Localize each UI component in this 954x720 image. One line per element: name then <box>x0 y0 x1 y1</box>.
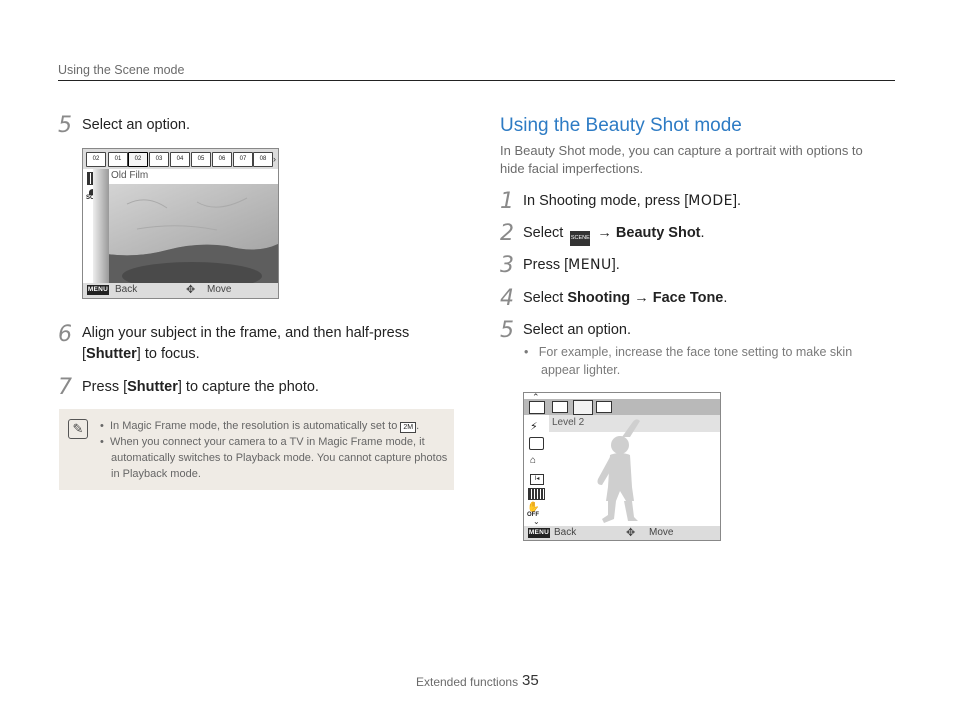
note-pencil-icon: ✎ <box>68 419 88 439</box>
chevron-right-icon: › <box>273 154 276 164</box>
face-tone-level-2-icon-selected <box>573 400 593 415</box>
film-option-icon-selected: 02 <box>128 152 148 167</box>
move-icon: ✥ <box>186 284 196 296</box>
step-number-5-right: 5 <box>500 318 514 343</box>
note-bullet-1: • In Magic Frame mode, the resolution is… <box>100 420 420 433</box>
chevron-down-icon: ⌄ <box>533 517 540 526</box>
old-film-preview-image <box>107 184 278 283</box>
sub-bullet-example: • For example, increase the face tone se… <box>524 345 853 377</box>
film-option-icon: 08 <box>253 152 273 167</box>
section-title: Using the Beauty Shot mode <box>500 115 742 136</box>
step-text-2: Select SCENE → Beauty Shot. <box>523 223 705 246</box>
child-silhouette-image <box>584 415 664 526</box>
step-number-7: 7 <box>58 375 72 400</box>
footer-section-label: Extended functions <box>416 675 519 689</box>
resolution-2m-icon: 2M <box>400 422 417 433</box>
back-label: Back <box>115 284 138 295</box>
step-text-3: Press [MENU]. <box>523 257 620 273</box>
film-option-icon: 06 <box>212 152 232 167</box>
step-number-2: 2 <box>500 221 514 246</box>
camera-screen-face-tone: ⌃ ⚡ ⌂ I◂ ✋ OFF ⌄ Level 2 MENU Back ✥ Mov… <box>523 392 721 541</box>
step-text-5-right: Select an option. <box>523 322 632 338</box>
menu-icon: MENU <box>87 285 109 295</box>
film-option-icon: 01 <box>108 152 128 167</box>
step-number-3: 3 <box>500 253 514 278</box>
step-number-1: 1 <box>500 189 514 214</box>
note-bullet-2: • When you connect your camera to a TV i… <box>100 436 448 480</box>
section-intro: In Beauty Shot mode, you can capture a p… <box>500 143 863 176</box>
camera-screen-old-film: 02 01 02 03 04 05 06 07 08 › SOFF Old Fi… <box>82 148 279 299</box>
film-edge <box>93 169 109 283</box>
film-icon: 02 <box>86 152 106 167</box>
move-label: Move <box>649 527 674 538</box>
page-number: 35 <box>522 672 539 689</box>
retouch-icon: ⚡ <box>530 421 538 433</box>
face-detect-icon <box>529 437 544 450</box>
header-section-title: Using the Scene mode <box>58 63 185 77</box>
step-text-5: Select an option. <box>82 117 191 133</box>
menu-icon: MENU <box>528 528 550 538</box>
face-tone-icon <box>529 401 545 414</box>
step-number-4: 4 <box>500 286 514 311</box>
home-metering-icon: ⌂ <box>530 455 537 466</box>
screen-footer: MENU Back ✥ Move <box>83 283 278 298</box>
step-text-6: Align your subject in the frame, and the… <box>82 325 410 362</box>
film-option-icon: 03 <box>149 152 169 167</box>
face-tone-level-3-icon <box>596 401 612 413</box>
film-option-icon: 05 <box>191 152 211 167</box>
step-text-1: In Shooting mode, press [MODE]. <box>523 193 742 209</box>
film-option-icon: 04 <box>170 152 190 167</box>
af-area-icon: I◂ <box>530 474 544 485</box>
step-number-5: 5 <box>58 113 72 138</box>
step-number-6: 6 <box>58 322 72 347</box>
option-bar <box>549 399 720 415</box>
header-divider <box>58 80 895 81</box>
level-label: Level 2 <box>552 417 585 428</box>
scene-icon: SCENE <box>570 231 591 246</box>
screen-footer: MENU Back ✥ Move <box>524 526 720 540</box>
step-text-7: Press [Shutter] to capture the photo. <box>82 379 319 395</box>
mode-label: Old Film <box>111 170 149 181</box>
resolution-icon <box>528 488 545 500</box>
back-label: Back <box>554 527 577 538</box>
move-icon: ✥ <box>626 527 636 539</box>
film-option-icon: 07 <box>233 152 253 167</box>
step-text-4: Select Shooting → Face Tone. <box>523 290 728 306</box>
face-tone-level-1-icon <box>552 401 568 413</box>
side-menu: ⌃ ⚡ ⌂ I◂ ✋ OFF ⌄ <box>524 393 549 526</box>
move-label: Move <box>207 284 232 295</box>
